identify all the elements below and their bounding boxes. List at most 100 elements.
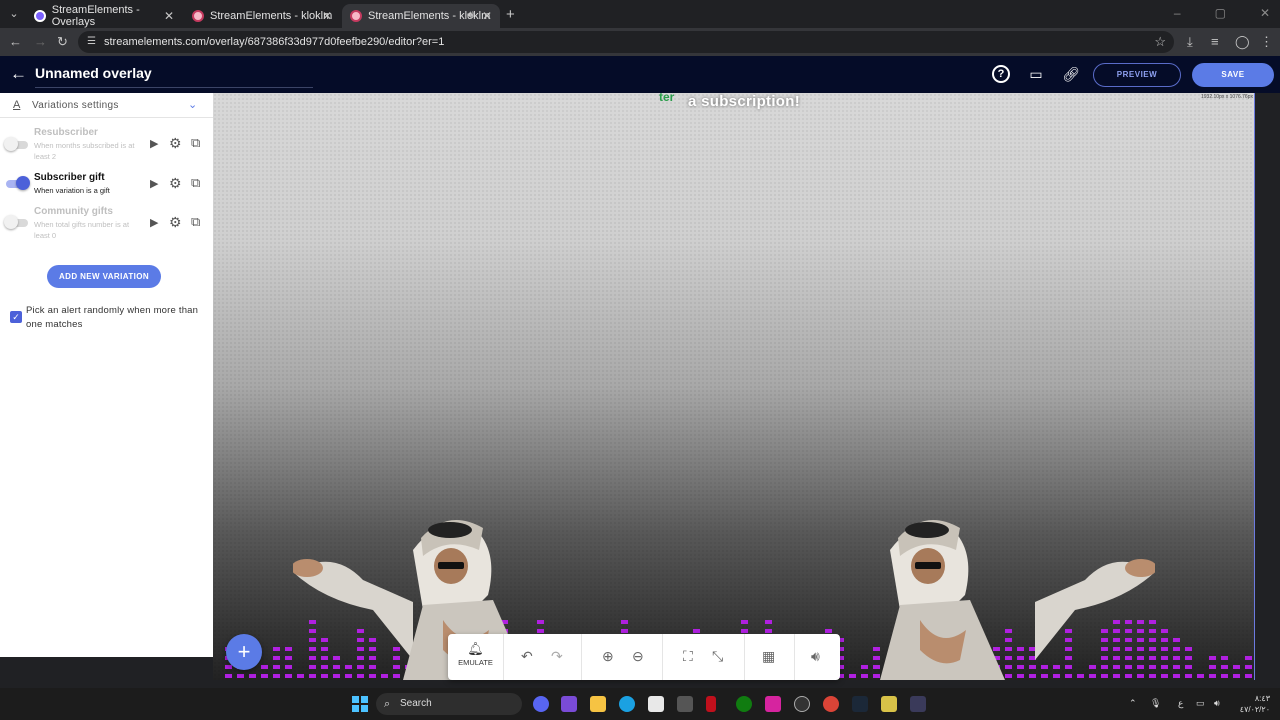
edge-icon[interactable] [619, 696, 635, 712]
chrome-icon[interactable] [823, 696, 839, 712]
maximize-icon[interactable]: ▢ [1215, 6, 1226, 20]
play-icon[interactable]: ▶ [150, 177, 158, 190]
windows-start-icon[interactable] [352, 696, 368, 712]
minimize-icon[interactable]: – [1174, 6, 1181, 20]
variation-toggle[interactable] [4, 215, 28, 229]
equalizer-segment [1185, 647, 1192, 651]
forward-icon[interactable]: → [34, 34, 47, 49]
copy-icon[interactable]: ⧉ [191, 135, 200, 151]
shrink-icon[interactable]: ⤡ [712, 648, 723, 665]
site-info-icon[interactable]: ☰ [87, 31, 96, 53]
app-anchor-icon[interactable] [910, 696, 926, 712]
variation-toggle[interactable] [6, 176, 30, 190]
gear-icon[interactable]: ⚙ [169, 175, 182, 192]
app-circle-icon[interactable] [794, 696, 810, 712]
play-icon[interactable]: ▶ [150, 137, 158, 150]
equalizer-segment [225, 674, 232, 678]
volume-icon[interactable]: 🔊︎ [811, 648, 820, 665]
bookmark-star-icon[interactable]: ☆ [1154, 31, 1166, 53]
copy-icon[interactable]: ⧉ [191, 175, 200, 191]
link-icon[interactable]: 🔗︎ [1062, 65, 1080, 83]
equalizer-segment [237, 674, 244, 678]
download-icon[interactable]: ⤓ [1187, 34, 1193, 50]
browser-menu-icon[interactable]: ⋮ [1260, 34, 1273, 50]
instagram-icon[interactable] [765, 696, 781, 712]
language-indicator[interactable]: ع [1178, 698, 1183, 709]
store-icon[interactable] [648, 696, 664, 712]
undo-icon[interactable]: ↶ [521, 648, 533, 665]
close-window-icon[interactable]: ✕ [1260, 6, 1270, 20]
app-yellow-icon[interactable] [881, 696, 897, 712]
grid-icon[interactable]: ▦ [762, 648, 775, 665]
fit-screen-icon[interactable]: ⛶ [683, 648, 693, 665]
app-icon[interactable] [677, 696, 693, 712]
media-control-icon[interactable]: ≡ [1211, 34, 1219, 49]
zoom-out-icon[interactable]: ⊖ [632, 648, 644, 665]
variations-header[interactable]: A Variations settings ⌄ [0, 93, 213, 118]
overlay-canvas[interactable]: ter a subscription! 1932.10px x 1076.76p… [213, 93, 1255, 680]
add-variation-button[interactable]: ADD NEW VARIATION [47, 265, 161, 288]
back-icon[interactable]: ← [9, 34, 22, 49]
equalizer-segment [261, 674, 268, 678]
alert-text[interactable]: a subscription! [688, 93, 800, 110]
section-title: Variations settings [32, 100, 119, 111]
volume-tray-icon[interactable]: 🔊︎ [1214, 698, 1220, 709]
address-bar[interactable]: ☰ streamelements.com/overlay/687386f33d9… [78, 31, 1174, 53]
equalizer-segment [273, 647, 280, 651]
help-icon[interactable]: ? [992, 65, 1010, 83]
browser-tabstrip: ⌄ StreamElements - Overlays ✕ StreamElem… [0, 0, 1280, 28]
close-tab-icon[interactable]: ✕ [482, 9, 492, 23]
variation-toggle[interactable] [4, 137, 28, 151]
app-red-icon[interactable] [706, 696, 716, 712]
canvas-dimensions: 1932.10px x 1076.76px [1201, 94, 1253, 100]
emulate-button[interactable]: 🔔︎ EMULATE [448, 634, 504, 680]
equalizer-segment [1245, 656, 1252, 660]
microphone-icon[interactable]: 🎙︎ [1150, 698, 1161, 709]
speaker-icon[interactable]: 🔊︎ [467, 9, 474, 22]
equalizer-segment [825, 629, 832, 633]
copilot-icon[interactable] [561, 696, 577, 712]
close-tab-icon[interactable]: ✕ [164, 9, 174, 23]
browser-tab-2[interactable]: StreamElements - kloklm ✕ [184, 4, 340, 28]
equalizer-segment [741, 629, 748, 633]
equalizer-segment [1161, 629, 1168, 633]
file-explorer-icon[interactable] [590, 696, 606, 712]
network-icon[interactable]: ▭ [1196, 698, 1205, 709]
reload-icon[interactable]: ↻ [57, 34, 68, 50]
equalizer-segment [1221, 674, 1228, 678]
xbox-icon[interactable] [736, 696, 752, 712]
discord-icon[interactable] [533, 696, 549, 712]
right-character-image[interactable] [865, 510, 1155, 680]
browser-tab-3[interactable]: StreamElements - kloklm 🔊︎ ✕ [342, 4, 500, 28]
copy-icon[interactable]: ⧉ [191, 214, 200, 230]
play-icon[interactable]: ▶ [150, 216, 158, 229]
gear-icon[interactable]: ⚙ [169, 214, 182, 231]
equalizer-segment [273, 674, 280, 678]
new-tab-icon[interactable]: + [506, 6, 515, 23]
gear-icon[interactable]: ⚙ [169, 135, 182, 152]
overlay-title[interactable]: Unnamed overlay [35, 65, 313, 88]
windows-taskbar: ⌕ Search ⌃ 🎙︎ ع ▭ 🔊︎ ٨:٤٣ ٤٧/٠٢/٢٠ [0, 688, 1280, 720]
search-icon: ⌕ [384, 698, 391, 710]
bell-icon: 🔔︎ [467, 641, 484, 656]
steam-icon[interactable] [852, 696, 868, 712]
equalizer-segment [1209, 674, 1216, 678]
preview-button[interactable]: PREVIEW [1093, 63, 1181, 87]
close-tab-icon[interactable]: ✕ [322, 9, 332, 23]
save-button[interactable]: SAVE [1192, 63, 1274, 87]
tab-search-icon[interactable]: ⌄ [6, 6, 22, 22]
tray-chevron-up-icon[interactable]: ⌃ [1129, 698, 1137, 709]
profile-icon[interactable]: ◯ [1235, 34, 1250, 50]
equalizer-segment [1185, 665, 1192, 669]
random-pick-checkbox[interactable]: ✓ [10, 311, 22, 323]
equalizer-segment [1173, 638, 1180, 642]
back-arrow-icon[interactable]: ← [10, 64, 27, 84]
chevron-down-icon[interactable]: ⌄ [188, 98, 197, 111]
redo-icon[interactable]: ↷ [551, 648, 563, 665]
browser-tab-1[interactable]: StreamElements - Overlays ✕ [26, 4, 182, 28]
monitor-icon[interactable]: ▭ [1027, 65, 1045, 83]
taskbar-clock[interactable]: ٨:٤٣ ٤٧/٠٢/٢٠ [1232, 693, 1270, 715]
taskbar-search[interactable]: ⌕ Search [376, 693, 522, 715]
add-widget-button[interactable]: + [226, 634, 262, 670]
zoom-in-icon[interactable]: ⊕ [602, 648, 614, 665]
